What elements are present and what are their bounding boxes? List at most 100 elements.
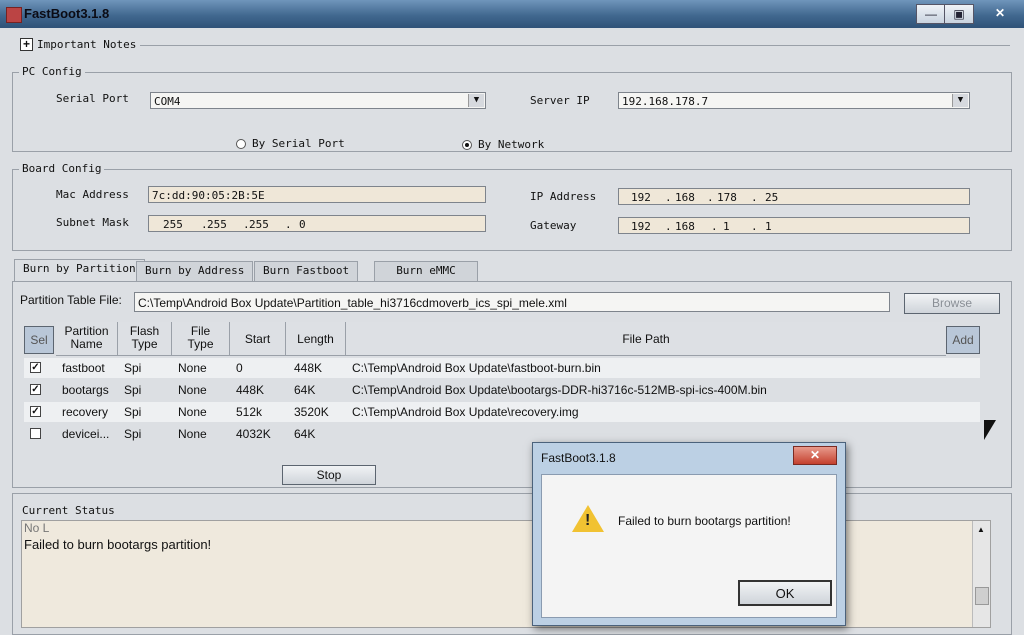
chevron-down-icon[interactable]: ▼ bbox=[468, 94, 484, 107]
partition-file-label: Partition Table File: bbox=[20, 293, 122, 307]
board-config-legend: Board Config bbox=[19, 162, 105, 175]
main-window: + Important Notes PC Config Serial Port … bbox=[0, 28, 1024, 635]
column-header-flash-type[interactable]: Flash Type bbox=[118, 322, 172, 356]
dialog-message: Failed to burn bootargs partition! bbox=[618, 514, 791, 528]
by-serial-port-radio[interactable] bbox=[236, 139, 246, 149]
file-type: None bbox=[178, 405, 207, 419]
flash-type: Spi bbox=[124, 361, 142, 375]
close-button[interactable]: ✕ bbox=[986, 4, 1014, 22]
partition-name: devicei... bbox=[62, 427, 110, 441]
subnet-octet-1: 255 bbox=[163, 218, 183, 231]
scroll-thumb[interactable] bbox=[975, 587, 989, 605]
maximize-button[interactable]: ▣ bbox=[944, 4, 974, 24]
column-header-file-path[interactable]: File Path bbox=[346, 322, 946, 356]
minimize-button[interactable]: — bbox=[916, 4, 946, 24]
server-ip-label: Server IP bbox=[530, 94, 590, 107]
serial-port-value: COM4 bbox=[154, 95, 181, 108]
start: 4032K bbox=[236, 427, 271, 441]
row-checkbox[interactable]: ✓ bbox=[30, 362, 41, 373]
ip-address-field[interactable]: 192 . 168 . 178 . 25 bbox=[618, 188, 970, 205]
partition-file-field[interactable]: C:\Temp\Android Box Update\Partition_tab… bbox=[134, 292, 890, 312]
gateway-octet-4: 1 bbox=[765, 220, 772, 233]
error-dialog: FastBoot3.1.8 ✕ ! Failed to burn bootarg… bbox=[532, 442, 846, 626]
status-line: No L bbox=[24, 521, 50, 535]
column-header-text: Type bbox=[131, 337, 158, 351]
chevron-down-icon[interactable]: ▼ bbox=[952, 94, 968, 107]
serial-port-combo[interactable]: COM4 ▼ bbox=[150, 92, 486, 109]
notes-divider bbox=[140, 45, 1010, 46]
by-network-radio[interactable] bbox=[462, 140, 472, 150]
subnet-octet-3: 255 bbox=[249, 218, 269, 231]
column-header-text: Type bbox=[187, 337, 214, 351]
subnet-octet-4: 0 bbox=[299, 218, 306, 231]
start: 512k bbox=[236, 405, 263, 419]
column-header-start[interactable]: Start bbox=[230, 322, 286, 356]
ip-address-label: IP Address bbox=[530, 190, 597, 203]
ip-octet-1: 192 bbox=[631, 191, 651, 204]
subnet-mask-field[interactable]: 255 . 255 . 255 . 0 bbox=[148, 215, 486, 232]
status-scrollbar[interactable]: ▲ bbox=[972, 521, 990, 627]
warning-icon-mark: ! bbox=[585, 512, 591, 529]
gateway-label: Gateway bbox=[530, 219, 577, 232]
file-type: None bbox=[178, 361, 207, 375]
partition-name: bootargs bbox=[62, 383, 109, 397]
file-path: C:\Temp\Android Box Update\recovery.img bbox=[352, 405, 579, 419]
row-checkbox[interactable]: ✓ bbox=[30, 384, 41, 395]
pc-config-legend: PC Config bbox=[19, 65, 85, 78]
current-status-group: Current Status No L Failed to burn boota… bbox=[12, 493, 1012, 635]
by-serial-port-label[interactable]: By Serial Port bbox=[252, 137, 345, 150]
tab-burn-by-partition[interactable]: Burn by Partition bbox=[14, 259, 145, 282]
ip-octet-3: 178 bbox=[717, 191, 737, 204]
tab-burn-by-address[interactable]: Burn by Address bbox=[136, 261, 254, 282]
row-checkbox[interactable] bbox=[30, 428, 41, 439]
tab-burn-fastboot[interactable]: Burn Fastboot bbox=[254, 261, 359, 282]
stop-button[interactable]: Stop bbox=[282, 465, 376, 485]
subnet-octet-2: 255 bbox=[207, 218, 227, 231]
file-type: None bbox=[178, 427, 207, 441]
length: 64K bbox=[294, 427, 316, 441]
column-header-length[interactable]: Length bbox=[286, 322, 346, 356]
scroll-up-icon[interactable]: ▲ bbox=[977, 525, 985, 534]
column-header-partition-name[interactable]: Partition Name bbox=[56, 322, 118, 356]
ok-button[interactable]: OK bbox=[738, 580, 832, 606]
browse-button[interactable]: Browse bbox=[904, 293, 1000, 314]
notes-expander-icon[interactable]: + bbox=[20, 38, 33, 51]
notes-label: Important Notes bbox=[37, 38, 137, 51]
partition-name: recovery bbox=[62, 405, 109, 419]
mac-address-field[interactable]: 7c:dd:90:05:2B:5E bbox=[148, 186, 486, 203]
gateway-octet-1: 192 bbox=[631, 220, 651, 233]
gateway-octet-2: 168 bbox=[675, 220, 695, 233]
app-icon bbox=[6, 7, 22, 23]
by-network-label[interactable]: By Network bbox=[478, 138, 544, 151]
partition-name: fastboot bbox=[62, 361, 105, 375]
window-title: FastBoot3.1.8 bbox=[24, 6, 110, 21]
add-button[interactable]: Add bbox=[946, 326, 980, 354]
gateway-octet-3: 1 bbox=[723, 220, 730, 233]
ip-octet-4: 25 bbox=[765, 191, 779, 204]
dialog-body: ! Failed to burn bootargs partition! OK bbox=[541, 474, 837, 618]
table-row[interactable]: ✓ recovery Spi None 512k 3520K C:\Temp\A… bbox=[24, 402, 980, 422]
mac-address-label: Mac Address bbox=[56, 188, 129, 201]
column-header-file-type[interactable]: File Type bbox=[172, 322, 230, 356]
dialog-close-button[interactable]: ✕ bbox=[793, 446, 837, 465]
tab-burn-emmc[interactable]: Burn eMMC bbox=[374, 261, 478, 281]
file-type: None bbox=[178, 383, 207, 397]
flash-type: Spi bbox=[124, 427, 142, 441]
table-row[interactable]: ✓ fastboot Spi None 0 448K C:\Temp\Andro… bbox=[24, 358, 980, 378]
length: 3520K bbox=[294, 405, 329, 419]
serial-port-label: Serial Port bbox=[56, 92, 129, 105]
row-checkbox[interactable]: ✓ bbox=[30, 406, 41, 417]
table-row[interactable]: ✓ bootargs Spi None 448K 64K C:\Temp\And… bbox=[24, 380, 980, 400]
ip-octet-2: 168 bbox=[675, 191, 695, 204]
select-all-button[interactable]: Sel bbox=[24, 326, 54, 354]
length: 448K bbox=[294, 361, 323, 375]
gateway-field[interactable]: 192 . 168 . 1 . 1 bbox=[618, 217, 970, 234]
flash-type: Spi bbox=[124, 383, 142, 397]
file-path: C:\Temp\Android Box Update\bootargs-DDR-… bbox=[352, 383, 767, 397]
column-header-text: Name bbox=[70, 337, 103, 351]
board-config-group: Board Config bbox=[12, 162, 1012, 251]
dialog-title: FastBoot3.1.8 bbox=[541, 451, 616, 465]
server-ip-combo[interactable]: 192.168.178.7 ▼ bbox=[618, 92, 970, 109]
status-line: Failed to burn bootargs partition! bbox=[24, 537, 212, 552]
table-row[interactable]: devicei... Spi None 4032K 64K bbox=[24, 424, 980, 444]
